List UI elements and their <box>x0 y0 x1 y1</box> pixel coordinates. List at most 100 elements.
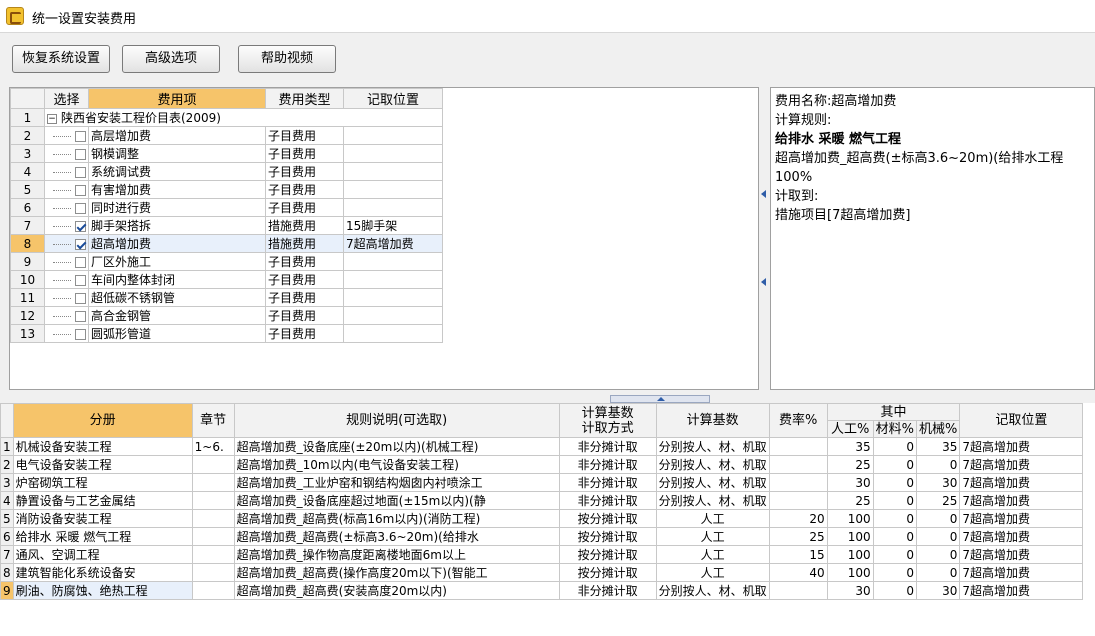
labor-cell: 100 <box>826 545 874 564</box>
fee-item-row[interactable]: 7 脚手架搭拆 措施费用 15脚手架 <box>10 216 443 235</box>
base-cell: 分别按人、材、机取 <box>655 581 770 600</box>
group-row[interactable]: 1 − 陕西省安装工程价目表(2009) <box>10 108 443 127</box>
chapter-cell <box>191 455 235 474</box>
fee-location <box>343 252 443 271</box>
select-checkbox[interactable] <box>75 184 86 196</box>
method-cell: 按分摊计取 <box>558 527 657 546</box>
labor-cell: 100 <box>826 563 874 582</box>
division-cell: 机械设备安装工程 <box>12 437 193 456</box>
select-checkbox[interactable] <box>75 328 86 340</box>
select-cell <box>44 288 89 307</box>
fee-item-row[interactable]: 5 有害增加费 子目费用 <box>10 180 443 199</box>
row-number: 7 <box>10 216 45 235</box>
fee-item-row[interactable]: 4 系统调试费 子目费用 <box>10 162 443 181</box>
header-fee-type[interactable]: 费用类型 <box>265 88 344 109</box>
fee-item-row[interactable]: 11 超低碳不锈钢管 子目费用 <box>10 288 443 307</box>
select-checkbox[interactable] <box>75 310 86 322</box>
header-of-which: 其中 <box>826 403 961 421</box>
location-cell: 7超高增加费 <box>959 527 1084 546</box>
fee-type: 子目费用 <box>265 324 344 343</box>
fee-location: 15脚手架 <box>343 216 443 235</box>
fee-item-row[interactable]: 3 钢模调整 子目费用 <box>10 144 443 163</box>
header-material[interactable]: 材料% <box>872 420 918 438</box>
fee-item-row[interactable]: 13 圆弧形管道 子目费用 <box>10 324 443 343</box>
rule-row[interactable]: 5 消防设备安装工程 超高增加费_超高费(标高16m以内)(消防工程) 按分摊计取 人工… <box>0 509 1084 528</box>
fee-item-row[interactable]: 2 高层增加费 子目费用 <box>10 126 443 145</box>
machine-cell: 25 <box>916 491 961 510</box>
rate-cell <box>768 581 828 600</box>
header-location[interactable]: 记取位置 <box>343 88 443 109</box>
rule-row[interactable]: 4 静置设备与工艺金属结 超高增加费_设备底座超过地面(±15m以内)(静 非分摊计取… <box>0 491 1084 510</box>
rule-row[interactable]: 6 给排水 采暖 燃气工程 超高增加费_超高费(±标高3.6~20m)(给排水 按分摊… <box>0 527 1084 546</box>
fee-item-row[interactable]: 12 高合金钢管 子目费用 <box>10 306 443 325</box>
collapse-left-icon[interactable] <box>761 190 766 198</box>
machine-cell: 0 <box>916 545 961 564</box>
fee-item-grid[interactable]: 选择 费用项 费用类型 记取位置 1 − 陕西省安装工程价目表(2009) 2 高层… <box>9 87 759 390</box>
header-chapter[interactable]: 章节 <box>191 403 235 438</box>
fee-type: 措施费用 <box>265 216 344 235</box>
labor-cell: 25 <box>826 491 874 510</box>
base-cell: 分别按人、材、机取 <box>655 437 770 456</box>
rule-row[interactable]: 9 刷油、防腐蚀、绝热工程 超高增加费_超高费(安装高度20m以内) 非分摊计取 分别按… <box>0 581 1084 600</box>
fee-location <box>343 198 443 217</box>
horizontal-splitter[interactable] <box>610 395 710 403</box>
rule-row[interactable]: 8 建筑智能化系统设备安 超高增加费_超高费(操作高度20m以下)(智能工 按分摊计取… <box>0 563 1084 582</box>
collapse-left-icon-bottom[interactable] <box>761 278 766 286</box>
rule-cell: 超高增加费_设备底座超过地面(±15m以内)(静 <box>233 491 560 510</box>
select-checkbox[interactable] <box>75 238 86 250</box>
restore-system-settings-button[interactable]: 恢复系统设置 <box>12 45 110 73</box>
select-checkbox[interactable] <box>75 256 86 268</box>
collapse-up-icon[interactable] <box>657 397 665 401</box>
header-labor[interactable]: 人工% <box>826 420 874 438</box>
header-base[interactable]: 计算基数 <box>655 403 770 438</box>
help-video-button[interactable]: 帮助视频 <box>238 45 336 73</box>
fee-item-name: 脚手架搭拆 <box>88 216 266 235</box>
header-division[interactable]: 分册 <box>12 403 193 438</box>
select-checkbox[interactable] <box>75 202 86 214</box>
rule-row[interactable]: 1 机械设备安装工程 1~6. 超高增加费_设备底座(±20m以内)(机械工程) 非分摊… <box>0 437 1084 456</box>
fee-location <box>343 306 443 325</box>
collapse-icon[interactable]: − <box>47 113 57 124</box>
location-cell: 7超高增加费 <box>959 473 1084 492</box>
chapter-cell: 1~6. <box>191 437 235 456</box>
fee-item-row[interactable]: 6 同时进行费 子目费用 <box>10 198 443 217</box>
select-checkbox[interactable] <box>75 148 86 160</box>
rule-cell: 超高增加费_10m以内(电气设备安装工程) <box>233 455 560 474</box>
select-checkbox[interactable] <box>75 220 86 232</box>
fee-item-row[interactable]: 8 超高增加费 措施费用 7超高增加费 <box>10 234 443 253</box>
rule-grid[interactable]: 分册 章节 规则说明(可选取) 计算基数 计取方式 计算基数 费率% 其中 记取… <box>0 403 1095 636</box>
rule-row[interactable]: 7 通风、空调工程 超高增加费_操作物高度距离楼地面6m以上 按分摊计取 人工 15 100… <box>0 545 1084 564</box>
rule-row[interactable]: 3 炉窑砌筑工程 超高增加费_工业炉窑和钢结构烟囱内衬喷涂工 非分摊计取 分别按人、材、… <box>0 473 1084 492</box>
header-method[interactable]: 计算基数 计取方式 <box>558 403 657 438</box>
location-cell: 7超高增加费 <box>959 581 1084 600</box>
fee-item-row[interactable]: 10 车间内整体封闭 子目费用 <box>10 270 443 289</box>
method-cell: 非分摊计取 <box>558 455 657 474</box>
header-select[interactable]: 选择 <box>44 88 89 109</box>
fee-item-name: 系统调试费 <box>88 162 266 181</box>
select-checkbox[interactable] <box>75 166 86 178</box>
header-fee-item[interactable]: 费用项 <box>88 88 266 109</box>
labor-cell: 35 <box>826 437 874 456</box>
chapter-cell <box>191 491 235 510</box>
header-rule[interactable]: 规则说明(可选取) <box>233 403 560 438</box>
header-location[interactable]: 记取位置 <box>959 403 1084 438</box>
row-number: 13 <box>10 324 45 343</box>
vertical-splitter[interactable] <box>760 190 768 286</box>
header-machine[interactable]: 机械% <box>916 420 961 438</box>
chapter-cell <box>191 581 235 600</box>
rate-cell <box>768 455 828 474</box>
rate-cell: 25 <box>768 527 828 546</box>
base-cell: 人工 <box>655 563 770 582</box>
select-checkbox[interactable] <box>75 292 86 304</box>
fee-item-header-row: 选择 费用项 费用类型 记取位置 <box>10 88 443 109</box>
fee-type: 子目费用 <box>265 162 344 181</box>
chapter-cell <box>191 563 235 582</box>
select-checkbox[interactable] <box>75 130 86 142</box>
advanced-options-button[interactable]: 高级选项 <box>122 45 220 73</box>
chapter-cell <box>191 473 235 492</box>
header-rate[interactable]: 费率% <box>768 403 828 438</box>
fee-item-row[interactable]: 9 厂区外施工 子目费用 <box>10 252 443 271</box>
select-checkbox[interactable] <box>75 274 86 286</box>
info-fee-name: 费用名称:超高增加费 <box>775 94 897 109</box>
rule-row[interactable]: 2 电气设备安装工程 超高增加费_10m以内(电气设备安装工程) 非分摊计取 分别按人、… <box>0 455 1084 474</box>
